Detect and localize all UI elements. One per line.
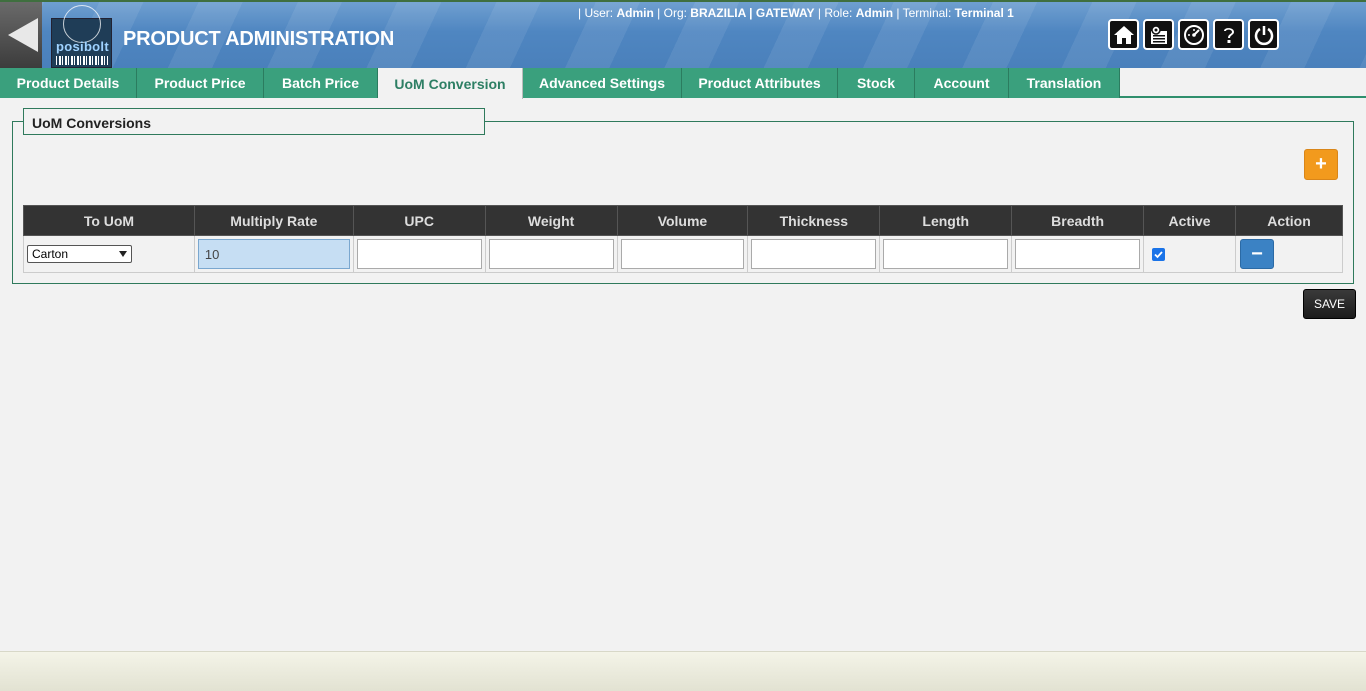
col-header-multiply-rate: Multiply Rate bbox=[193, 205, 354, 236]
col-header-breadth: Breadth bbox=[1011, 205, 1145, 236]
terminal-label: | Terminal: bbox=[896, 6, 952, 20]
org-value: BRAZILIA | GATEWAY bbox=[690, 6, 815, 20]
thickness-input[interactable] bbox=[751, 239, 877, 269]
page-footer bbox=[0, 651, 1366, 691]
settings-icon bbox=[1150, 24, 1167, 44]
tab-product-details[interactable]: Product Details bbox=[0, 68, 137, 98]
back-arrow-icon bbox=[8, 18, 38, 52]
logo-brand-text: posibolt bbox=[56, 39, 109, 54]
length-input[interactable] bbox=[883, 239, 1009, 269]
cell-active bbox=[1143, 235, 1236, 273]
to-uom-selected-value: Carton bbox=[32, 247, 69, 261]
tab-translation[interactable]: Translation bbox=[1009, 68, 1120, 98]
col-header-thickness: Thickness bbox=[747, 205, 881, 236]
col-header-active: Active bbox=[1143, 205, 1236, 236]
header-toolbar bbox=[1108, 19, 1279, 50]
tab-product-price[interactable]: Product Price bbox=[137, 68, 264, 98]
tab-batch-price[interactable]: Batch Price bbox=[264, 68, 378, 98]
settings-button[interactable] bbox=[1143, 19, 1174, 50]
session-info: | User: Admin | Org: BRAZILIA | GATEWAY … bbox=[578, 6, 1014, 20]
breadth-input[interactable] bbox=[1015, 239, 1141, 269]
uom-conversion-table: To UoM Multiply Rate UPC Weight Volume T… bbox=[23, 205, 1343, 273]
table-row: Carton − bbox=[23, 235, 1343, 273]
col-header-upc: UPC bbox=[352, 205, 486, 236]
cell-weight bbox=[484, 235, 618, 273]
dashboard-button[interactable] bbox=[1178, 19, 1209, 50]
cell-upc bbox=[352, 235, 486, 273]
org-label: | Org: bbox=[657, 6, 687, 20]
cell-action: − bbox=[1235, 235, 1343, 273]
help-button[interactable] bbox=[1213, 19, 1244, 50]
volume-input[interactable] bbox=[620, 239, 745, 269]
checkmark-icon bbox=[1154, 250, 1163, 258]
upc-input[interactable] bbox=[356, 239, 482, 269]
col-header-action: Action bbox=[1235, 205, 1343, 236]
multiply-rate-input[interactable] bbox=[197, 239, 350, 269]
tab-advanced-settings[interactable]: Advanced Settings bbox=[523, 68, 682, 98]
section-legend: UoM Conversions bbox=[23, 108, 485, 135]
role-label: | Role: bbox=[817, 6, 853, 20]
home-button[interactable] bbox=[1108, 19, 1139, 50]
col-header-length: Length bbox=[879, 205, 1013, 236]
tab-uom-conversion[interactable]: UoM Conversion bbox=[378, 68, 523, 99]
col-header-weight: Weight bbox=[484, 205, 618, 236]
tab-stock[interactable]: Stock bbox=[838, 68, 915, 98]
cell-length bbox=[879, 235, 1013, 273]
logo-globe-icon bbox=[63, 5, 101, 43]
tab-product-attributes[interactable]: Product Attributes bbox=[682, 68, 838, 98]
cell-thickness bbox=[747, 235, 881, 273]
logo-barcode-icon bbox=[56, 56, 108, 65]
logout-button[interactable] bbox=[1248, 19, 1279, 50]
page-title: PRODUCT ADMINISTRATION bbox=[123, 28, 395, 50]
cell-to-uom: Carton bbox=[23, 235, 195, 273]
terminal-value: Terminal 1 bbox=[954, 6, 1014, 20]
active-checkbox[interactable] bbox=[1152, 247, 1166, 261]
user-value: Admin bbox=[616, 6, 654, 20]
table-header-row: To UoM Multiply Rate UPC Weight Volume T… bbox=[23, 205, 1343, 236]
remove-conversion-button[interactable]: − bbox=[1240, 239, 1274, 269]
tab-account[interactable]: Account bbox=[915, 68, 1009, 98]
back-button[interactable] bbox=[0, 2, 42, 68]
chevron-down-icon bbox=[119, 251, 127, 257]
add-conversion-button[interactable]: + bbox=[1304, 149, 1338, 180]
to-uom-select[interactable]: Carton bbox=[27, 245, 132, 263]
home-icon bbox=[1113, 25, 1134, 44]
cell-breadth bbox=[1011, 235, 1145, 273]
col-header-to-uom: To UoM bbox=[23, 205, 195, 236]
user-label: | User: bbox=[578, 6, 614, 20]
weight-input[interactable] bbox=[488, 239, 614, 269]
tab-bar: Product Details Product Price Batch Pric… bbox=[0, 68, 1366, 99]
cell-volume bbox=[616, 235, 749, 273]
power-icon bbox=[1254, 25, 1273, 45]
col-header-volume: Volume bbox=[616, 205, 749, 236]
dashboard-icon bbox=[1183, 24, 1204, 45]
save-button[interactable]: SAVE bbox=[1303, 289, 1356, 319]
app-header: posibolt PRODUCT ADMINISTRATION | User: … bbox=[0, 0, 1366, 68]
help-icon bbox=[1223, 27, 1234, 43]
role-value: Admin bbox=[855, 6, 894, 20]
cell-multiply-rate bbox=[193, 235, 354, 273]
posibolt-logo: posibolt bbox=[51, 5, 112, 68]
